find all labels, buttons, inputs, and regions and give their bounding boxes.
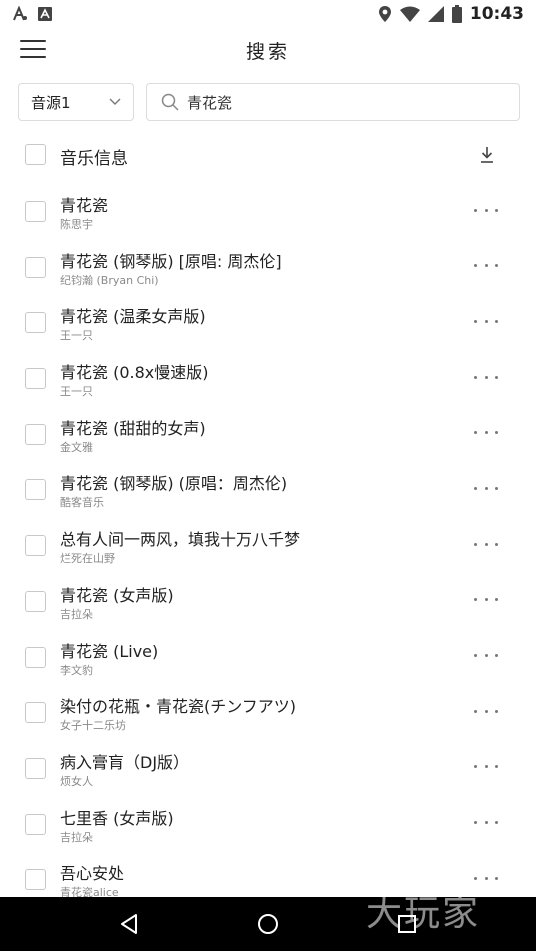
song-checkbox[interactable] <box>25 479 46 501</box>
recents-square-icon <box>397 915 416 933</box>
song-title: 青花瓷 <box>60 196 109 215</box>
song-checkbox[interactable] <box>25 201 46 222</box>
song-list-item[interactable]: 青花瓷 (0.8x慢速版) 王一只 <box>0 353 536 409</box>
song-checkbox[interactable] <box>25 368 46 390</box>
song-checkbox[interactable] <box>25 590 46 612</box>
list-header-title: 音乐信息 <box>60 149 128 169</box>
source-select-value: 音源1 <box>31 93 71 112</box>
app-header: 搜索 <box>0 28 536 72</box>
song-title: 青花瓷 (钢琴版) [原唱: 周杰伦] <box>60 251 282 271</box>
back-triangle-icon <box>121 914 138 934</box>
search-box[interactable] <box>146 83 520 121</box>
list-header: 音乐信息 <box>0 135 536 175</box>
song-list: 青花瓷 陈思宇 青花瓷 (钢琴版) [原唱: 周杰伦] 纪钧瀚 (Bryan C… <box>0 186 536 910</box>
more-options-icon[interactable] <box>474 202 498 218</box>
menu-icon-line <box>20 48 46 50</box>
song-artist: 王一只 <box>60 385 93 399</box>
song-checkbox[interactable] <box>25 813 46 835</box>
song-artist: 吉拉朵 <box>60 830 93 844</box>
song-checkbox[interactable] <box>25 757 46 779</box>
menu-icon-line <box>20 56 46 58</box>
song-title: 青花瓷 (甜甜的女声) <box>60 418 206 438</box>
status-left-icons <box>12 6 52 22</box>
song-artist: 王一只 <box>60 329 93 343</box>
song-artist: 金文雅 <box>60 440 93 454</box>
more-options-icon[interactable] <box>474 258 498 274</box>
song-artist: 纪钧瀚 (Bryan Chi) <box>60 273 159 287</box>
more-options-icon[interactable] <box>474 759 498 775</box>
song-title: 青花瓷 (温柔女声版) <box>60 307 206 327</box>
source-select[interactable]: 音源1 <box>18 83 134 121</box>
song-list-item[interactable]: 染付の花瓶・青花瓷(チンフアツ) 女子十二乐坊 <box>0 687 536 743</box>
nav-back-button[interactable] <box>114 909 144 939</box>
more-options-icon[interactable] <box>474 313 498 329</box>
song-checkbox[interactable] <box>25 535 46 557</box>
song-list-item[interactable]: 总有人间一两风，填我十万八千梦 烂死在山野 <box>0 520 536 576</box>
song-list-item[interactable]: 青花瓷 (钢琴版) (原唱：周杰伦) 酷客音乐 <box>0 464 536 520</box>
status-right-icons: 10:43 <box>378 4 524 24</box>
menu-button[interactable] <box>20 38 46 60</box>
home-circle-icon <box>257 914 278 934</box>
song-artist: 烦女人 <box>60 774 93 788</box>
song-title: 青花瓷 (女声版) <box>60 585 174 605</box>
song-title: 病入膏肓（DJ版） <box>60 752 190 772</box>
song-title: 总有人间一两风，填我十万八千梦 <box>60 530 301 550</box>
song-artist: 烂死在山野 <box>60 552 115 566</box>
song-title: 染付の花瓶・青花瓷(チンフアツ) <box>60 697 297 717</box>
chevron-down-icon <box>109 98 121 105</box>
song-list-item[interactable]: 七里香 (女声版) 吉拉朵 <box>0 799 536 855</box>
a-notification-icon <box>38 7 52 21</box>
song-artist: 女子十二乐坊 <box>60 719 126 733</box>
song-list-item[interactable]: 青花瓷 (甜甜的女声) 金文雅 <box>0 409 536 465</box>
song-list-item[interactable]: 病入膏肓（DJ版） 烦女人 <box>0 743 536 799</box>
more-options-icon[interactable] <box>474 425 498 441</box>
song-checkbox[interactable] <box>25 646 46 668</box>
song-checkbox[interactable] <box>25 256 46 278</box>
more-options-icon[interactable] <box>474 369 498 385</box>
song-title: 吾心安处 <box>60 864 125 884</box>
song-list-item[interactable]: 青花瓷 陈思宇 <box>0 186 536 242</box>
more-options-icon[interactable] <box>474 480 498 496</box>
menu-icon-line <box>20 40 46 42</box>
song-artist: 李文豹 <box>60 663 93 677</box>
select-all-checkbox[interactable] <box>25 144 46 165</box>
signal-icon <box>427 6 444 22</box>
song-checkbox[interactable] <box>25 312 46 334</box>
song-list-item[interactable]: 青花瓷 (Live) 李文豹 <box>0 632 536 688</box>
song-list-item[interactable]: 青花瓷 (温柔女声版) 王一只 <box>0 297 536 353</box>
song-list-item[interactable]: 青花瓷 (女声版) 吉拉朵 <box>0 576 536 632</box>
nav-home-button[interactable] <box>253 909 283 939</box>
accessibility-icon <box>13 6 27 21</box>
song-title: 青花瓷 (0.8x慢速版) <box>60 363 209 383</box>
song-title: 青花瓷 (钢琴版) (原唱：周杰伦) <box>60 474 288 494</box>
song-artist: 酷客音乐 <box>60 496 104 510</box>
more-options-icon[interactable] <box>474 536 498 552</box>
more-options-icon[interactable] <box>474 703 498 719</box>
song-title: 青花瓷 (Live) <box>60 641 159 661</box>
system-nav-bar <box>0 897 536 951</box>
search-input[interactable] <box>187 93 505 111</box>
search-icon <box>161 93 179 111</box>
download-icon[interactable] <box>478 145 496 165</box>
song-artist: 陈思宇 <box>60 218 93 231</box>
song-checkbox[interactable] <box>25 702 46 724</box>
battery-icon <box>451 5 462 23</box>
more-options-icon[interactable] <box>474 870 498 886</box>
song-title: 七里香 (女声版) <box>60 808 174 828</box>
song-checkbox[interactable] <box>25 423 46 445</box>
status-time: 10:43 <box>469 4 524 24</box>
wifi-icon <box>399 6 420 22</box>
song-list-item[interactable]: 青花瓷 (钢琴版) [原唱: 周杰伦] 纪钧瀚 (Bryan Chi) <box>0 242 536 298</box>
nav-recents-button[interactable] <box>392 909 422 939</box>
more-options-icon[interactable] <box>474 648 498 664</box>
song-checkbox[interactable] <box>25 869 46 891</box>
song-artist: 吉拉朵 <box>60 607 93 621</box>
more-options-icon[interactable] <box>474 592 498 608</box>
more-options-icon[interactable] <box>474 815 498 831</box>
page-title: 搜索 <box>245 40 290 63</box>
location-icon <box>378 6 391 22</box>
status-bar: 10:43 <box>0 0 536 28</box>
search-row: 音源1 <box>18 83 520 121</box>
